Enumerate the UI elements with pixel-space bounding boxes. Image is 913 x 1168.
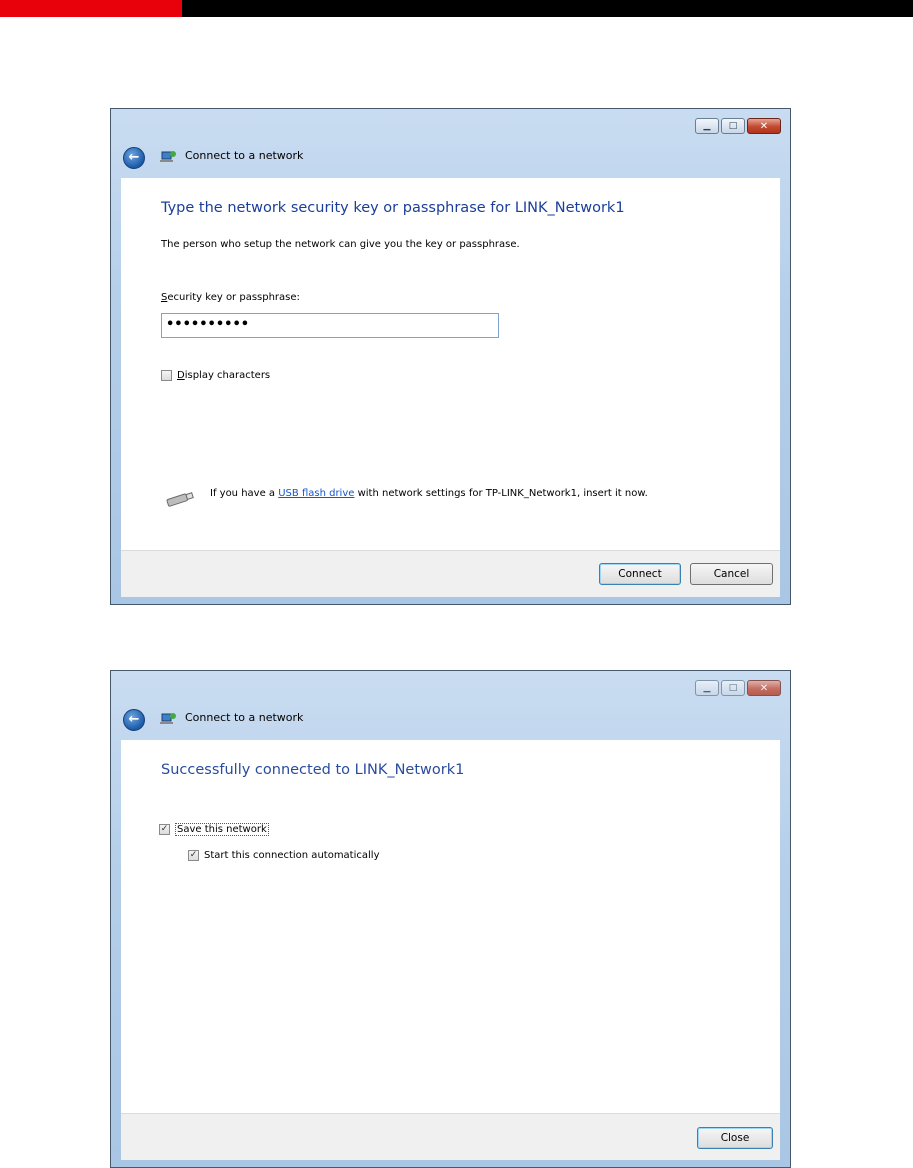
usb-hint-prefix: If you have a <box>210 488 279 499</box>
close-window-button[interactable]: ✕ <box>747 118 781 134</box>
main-instruction: Type the network security key or passphr… <box>161 200 625 216</box>
usb-hint-suffix: with network settings for TP-LINK_Networ… <box>354 488 648 499</box>
minimize-button[interactable]: ▁ <box>695 118 719 134</box>
network-icon <box>160 713 176 724</box>
display-characters-option[interactable]: Display characters <box>161 370 270 381</box>
back-arrow-icon[interactable]: ← <box>123 709 145 731</box>
maximize-button[interactable]: □ <box>721 680 745 696</box>
success-message: Successfully connected to LINK_Network1 <box>161 762 465 778</box>
accelerator-key: D <box>177 370 185 381</box>
minimize-button[interactable]: ▁ <box>695 680 719 696</box>
dialog-content: Successfully connected to LINK_Network1 … <box>121 740 780 1113</box>
usb-hint-text: If you have a USB flash drive with netwo… <box>210 487 690 501</box>
save-network-option[interactable]: ✓ Save this network <box>159 823 269 836</box>
dialog-footer: Close <box>121 1113 780 1160</box>
start-automatically-option[interactable]: ✓ Start this connection automatically <box>188 850 379 861</box>
window-title: Connect to a network <box>185 149 304 162</box>
caption-buttons: ▁ □ ✕ <box>695 118 781 134</box>
display-characters-checkbox[interactable] <box>161 370 172 381</box>
window-title: Connect to a network <box>185 711 304 724</box>
back-arrow-icon[interactable]: ← <box>123 147 145 169</box>
cancel-button[interactable]: Cancel <box>690 563 773 585</box>
connect-network-dialog-success: ▁ □ ✕ ← Connect to a network Successfull… <box>110 670 791 1168</box>
save-network-checkbox[interactable]: ✓ <box>159 824 170 835</box>
dialog-content: Type the network security key or passphr… <box>121 178 780 550</box>
close-button[interactable]: Close <box>697 1127 773 1149</box>
security-key-input[interactable]: •••••••••• <box>161 313 499 338</box>
header-red-accent <box>0 0 182 17</box>
start-automatically-label: Start this connection automatically <box>204 850 380 861</box>
usb-flash-drive-link[interactable]: USB flash drive <box>278 488 354 499</box>
display-characters-label: Display characters <box>177 370 270 381</box>
save-network-label: Save this network <box>175 823 269 836</box>
network-icon <box>160 151 176 162</box>
label-text: ecurity key or passphrase: <box>167 292 300 303</box>
label-text: isplay characters <box>184 370 271 381</box>
close-window-button[interactable]: ✕ <box>747 680 781 696</box>
security-key-label: Security key or passphrase: <box>161 292 300 303</box>
connect-network-dialog-password: ▁ □ ✕ ← Connect to a network Type the ne… <box>110 108 791 605</box>
maximize-button[interactable]: □ <box>721 118 745 134</box>
description-text: The person who setup the network can giv… <box>161 239 520 250</box>
caption-buttons: ▁ □ ✕ <box>695 680 781 696</box>
start-automatically-checkbox[interactable]: ✓ <box>188 850 199 861</box>
usb-drive-icon <box>166 492 194 507</box>
page-header-bar <box>0 0 913 17</box>
connect-button[interactable]: Connect <box>599 563 681 585</box>
dialog-footer: Connect Cancel <box>121 550 780 597</box>
